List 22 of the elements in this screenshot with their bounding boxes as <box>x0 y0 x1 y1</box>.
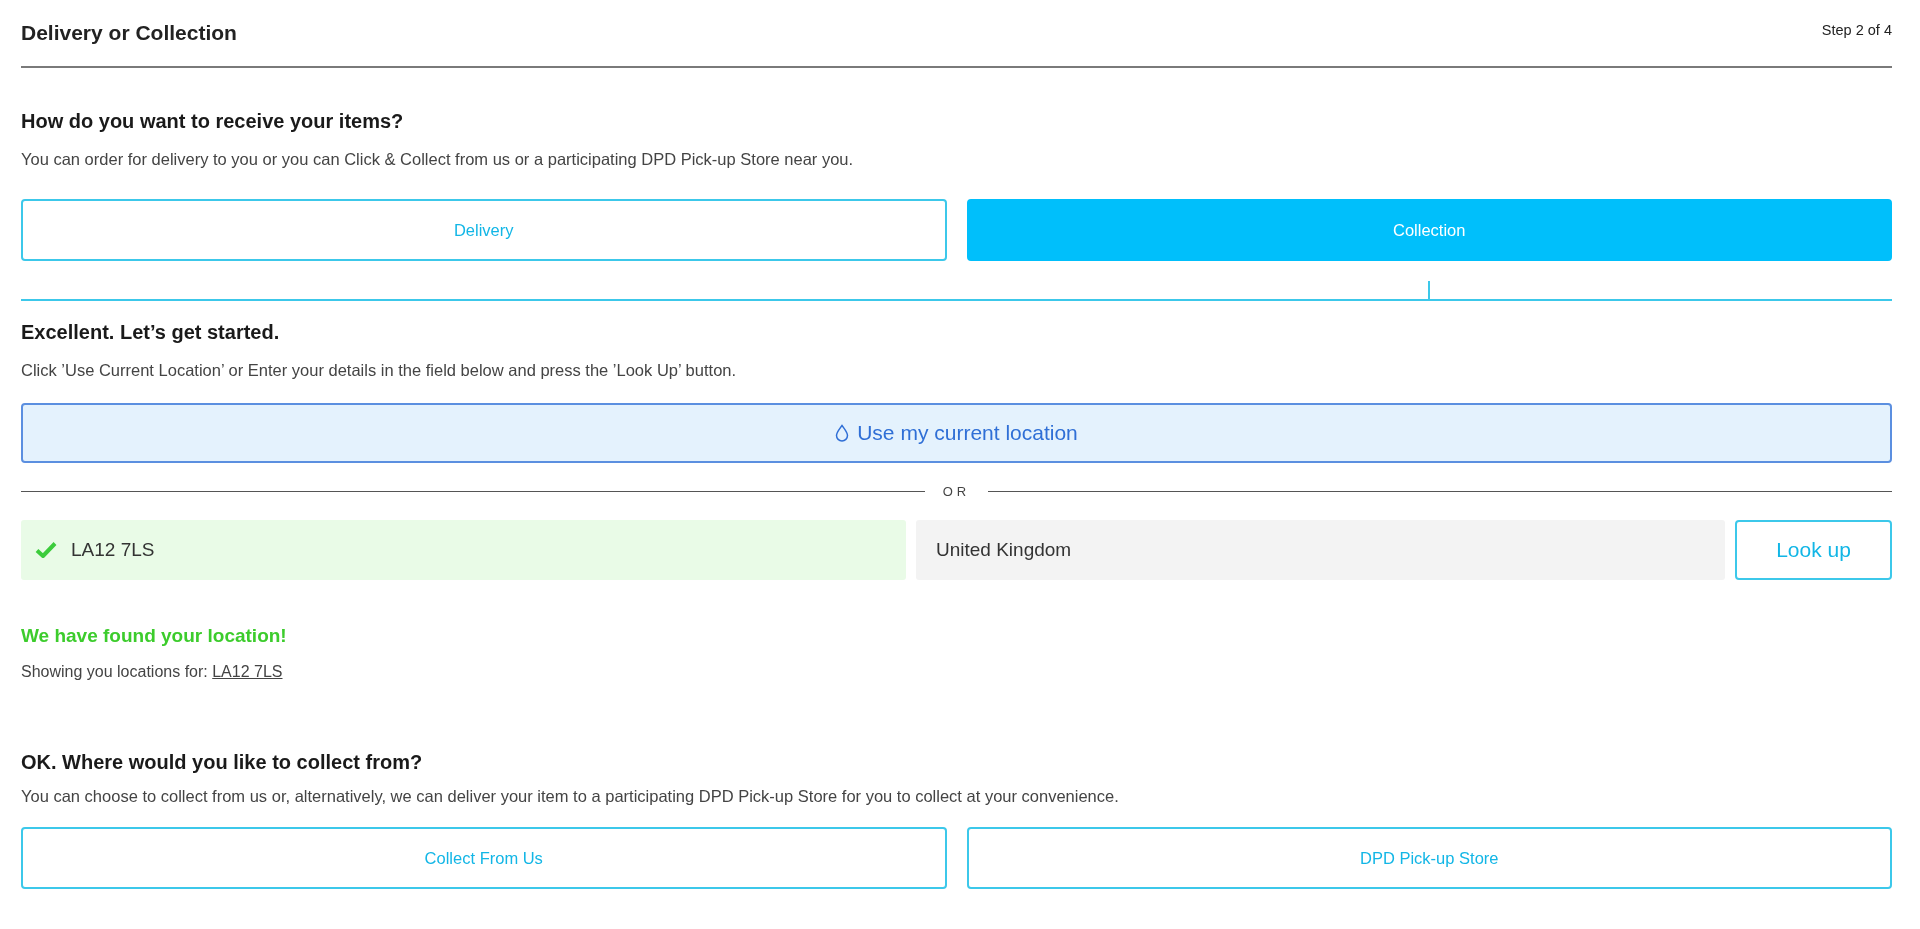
success-message: We have found your location! <box>21 625 288 647</box>
postcode-link[interactable]: LA12 7LS <box>212 663 283 680</box>
check-icon <box>35 541 57 559</box>
section-heading: Excellent. Let’s get started. <box>21 321 281 344</box>
separator-label: OR <box>942 484 971 499</box>
country-field[interactable]: United Kingdom <box>916 520 1725 580</box>
use-location-button[interactable]: Use my current location <box>21 403 1892 463</box>
option-button[interactable]: Delivery <box>21 199 947 261</box>
option-button[interactable]: Collection <box>966 199 1892 261</box>
step-indicator: Step 2 of 4 <box>1821 22 1892 38</box>
section-description: You can choose to collect from us or, alternatively, we can deliver your item to a participating DPD Pick-up Store for you to collect at your convenience. <box>21 787 1120 806</box>
look-up-button[interactable]: Look up <box>1735 520 1892 580</box>
option-button[interactable]: Collect From Us <box>21 827 947 889</box>
section-heading: OK. Where would you like to collect from? <box>21 751 424 774</box>
section-description: Click ’Use Current Location’ or Enter your details in the field below and press the ’Look Up’ button. <box>21 361 738 380</box>
drop-icon <box>835 424 850 442</box>
page-title: Delivery or Collection <box>21 21 237 45</box>
section-description: You can order for delivery to you or you can Click & Collect from us or a participating DPD Pick-up Store near you. <box>21 150 855 169</box>
section-heading: How do you want to receive your items? <box>21 110 405 133</box>
option-button[interactable]: DPD Pick-up Store <box>966 827 1892 889</box>
postcode-field[interactable]: LA12 7LS <box>21 520 906 580</box>
location-summary: Showing you locations for: LA12 7LS <box>21 663 284 681</box>
